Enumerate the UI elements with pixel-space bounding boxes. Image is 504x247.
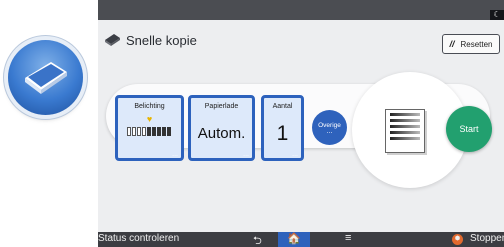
exposure-step	[127, 127, 131, 136]
exposure-marker-icon: ♥	[146, 114, 153, 124]
exposure-step	[152, 127, 156, 136]
exposure-scale	[127, 127, 171, 136]
copier-screen: ☾ Snelle kopie // Resetten Belichting ♥ …	[98, 0, 504, 247]
exposure-step	[132, 127, 136, 136]
page-header: Snelle kopie	[104, 31, 197, 49]
exposure-step	[147, 127, 151, 136]
more-dots: ...	[172, 151, 178, 158]
reset-button[interactable]: // Resetten	[442, 34, 500, 54]
exposure-step	[157, 127, 161, 136]
app-book-icon[interactable]	[8, 40, 83, 115]
page-title: Snelle kopie	[126, 32, 197, 48]
exposure-step	[142, 127, 146, 136]
book-icon	[25, 62, 67, 94]
paper-tray-tile[interactable]: Papierlade Autom. ...	[188, 95, 255, 161]
more-dots: ...	[243, 151, 249, 158]
quantity-tile[interactable]: Aantal 1 ...	[261, 95, 304, 161]
document-preview-icon[interactable]	[385, 109, 425, 153]
quick-copy-book-icon	[105, 34, 120, 46]
menu-icon[interactable]: ≡	[345, 232, 351, 244]
night-mode-icon[interactable]: ☾	[490, 10, 504, 20]
exposure-step	[167, 127, 171, 136]
exposure-step	[162, 127, 166, 136]
more-dots: ...	[292, 151, 298, 158]
quantity-label: Aantal	[272, 103, 293, 110]
start-button[interactable]: Start	[446, 106, 492, 152]
check-status-button[interactable]: Status controleren	[98, 233, 179, 244]
home-icon[interactable]: 🏠	[278, 232, 310, 247]
reset-icon: //	[449, 39, 455, 49]
other-settings-button[interactable]: Overige ...	[312, 110, 347, 145]
top-bar: ☾	[98, 0, 504, 20]
quantity-value: 1	[276, 122, 289, 145]
more-dots: ...	[326, 128, 333, 135]
stop-button[interactable]: Stoppen	[470, 233, 504, 244]
exposure-step	[137, 127, 141, 136]
paper-tray-label: Papierlade	[204, 103, 239, 110]
reset-label: Resetten	[460, 39, 493, 49]
exposure-label: Belichting	[134, 103, 165, 110]
bottom-bar: Status controleren ⮌ 🏠 ≡ ⬢ Stoppen	[98, 232, 504, 247]
back-icon[interactable]: ⮌	[253, 232, 262, 247]
stop-icon[interactable]: ⬢	[452, 234, 463, 245]
exposure-tile[interactable]: Belichting ♥ ...	[115, 95, 184, 161]
paper-tray-value: Autom.	[197, 125, 246, 142]
